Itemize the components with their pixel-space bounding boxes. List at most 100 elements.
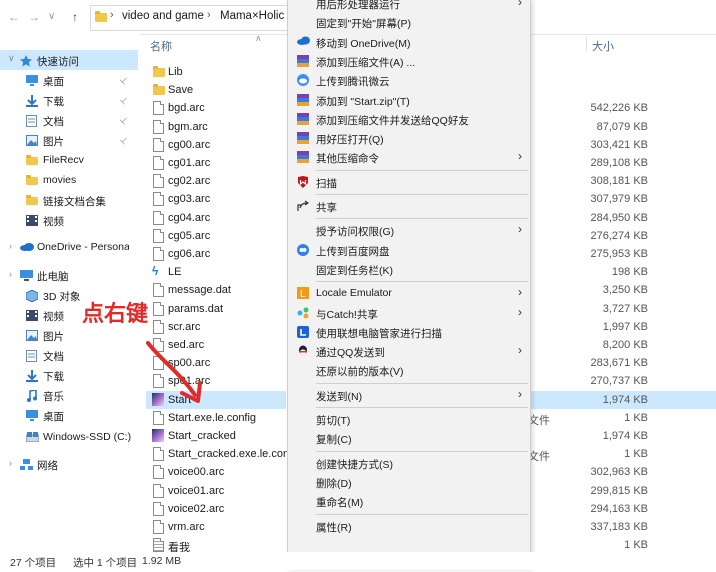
column-header-size[interactable]: 大小 <box>592 38 614 54</box>
file-row[interactable]: cg00.arc <box>146 136 286 154</box>
file-row-details[interactable]: 文件 1 KB <box>528 445 716 463</box>
menu-item[interactable]: 移动到 OneDrive(M) <box>288 33 530 52</box>
sidebar-item[interactable]: › OneDrive - Persona <box>0 237 138 257</box>
expand-chevron-icon[interactable]: ∨ <box>8 53 15 64</box>
file-row-details[interactable] <box>528 81 716 99</box>
file-row-details[interactable]: 299,815 KB <box>528 482 716 500</box>
file-row-details[interactable]: 294,163 KB <box>528 500 716 518</box>
menu-item[interactable]: 发送到(N) › <box>288 386 530 405</box>
expand-chevron-icon[interactable]: › <box>9 269 12 279</box>
sidebar-item[interactable]: 图片 ⊥ <box>0 130 138 150</box>
file-row[interactable]: scr.arc <box>146 318 286 336</box>
sidebar-item[interactable]: 音乐 <box>0 385 138 405</box>
file-row[interactable]: voice02.arc <box>146 500 286 518</box>
file-row[interactable]: cg03.arc <box>146 190 286 208</box>
menu-item[interactable]: 重命名(M) <box>288 492 530 511</box>
recent-locations-button[interactable]: ∨ <box>48 11 55 22</box>
file-row-details[interactable]: 276,274 KB <box>528 227 716 245</box>
menu-item[interactable]: 复制(C) <box>288 429 530 448</box>
file-row[interactable]: message.dat <box>146 281 286 299</box>
sidebar-item[interactable]: 桌面 ⊥ <box>0 70 138 90</box>
up-button[interactable]: ↑ <box>72 10 78 24</box>
file-row[interactable]: ϟ LE <box>146 263 286 281</box>
file-row-details[interactable]: t3,727 KB <box>528 300 716 318</box>
menu-item[interactable]: L Locale Emulator › <box>288 284 530 303</box>
menu-item[interactable]: 上传到腾讯微云 <box>288 71 530 90</box>
file-row[interactable]: cg06.arc <box>146 245 286 263</box>
file-row[interactable]: bgd.arc <box>146 99 286 117</box>
file-row-details[interactable]: 1,997 KB <box>528 318 716 336</box>
sidebar-item[interactable]: 文档 ⊥ <box>0 110 138 130</box>
file-row-details[interactable]: 307,979 KB <box>528 190 716 208</box>
file-row[interactable]: Start_cracked.exe.le.con <box>146 445 289 463</box>
file-row[interactable]: cg04.arc <box>146 209 286 227</box>
forward-button[interactable]: → <box>28 10 40 24</box>
menu-item[interactable]: 剪切(T) <box>288 410 530 429</box>
menu-item[interactable]: 添加到 "Start.zip"(T) <box>288 91 530 110</box>
file-row-details[interactable]: 1,974 KB <box>528 427 716 445</box>
sidebar-item[interactable]: › 此电脑 <box>0 265 138 285</box>
file-row[interactable]: voice00.arc <box>146 463 286 481</box>
file-row-details[interactable]: 文件 1 KB <box>528 409 716 427</box>
menu-item[interactable]: 用后形处理器运行 › <box>288 0 530 13</box>
file-row[interactable]: cg05.arc <box>146 227 286 245</box>
file-row[interactable]: params.dat <box>146 300 286 318</box>
menu-item[interactable]: 固定到"开始"屏幕(P) <box>288 13 530 32</box>
file-row[interactable]: cg01.arc <box>146 154 286 172</box>
menu-item[interactable]: 扫描 <box>288 173 530 192</box>
column-header-name[interactable]: 名称 <box>150 38 172 54</box>
sidebar-item[interactable]: 视频 <box>0 210 138 230</box>
menu-item[interactable]: 其他压缩命令 › <box>288 148 530 167</box>
menu-item[interactable]: 授予访问权限(G) › <box>288 221 530 240</box>
column-divider[interactable] <box>586 36 587 52</box>
file-row-details[interactable]: 8,200 KB <box>528 336 716 354</box>
expand-chevron-icon[interactable]: › <box>9 241 12 251</box>
menu-item[interactable]: 添加到压缩文件并发送给QQ好友 <box>288 110 530 129</box>
back-button[interactable]: ← <box>8 10 20 24</box>
menu-item[interactable]: 删除(D) <box>288 473 530 492</box>
menu-item[interactable]: 用好压打开(Q) <box>288 129 530 148</box>
file-row-details[interactable] <box>528 63 716 81</box>
expand-chevron-icon[interactable]: › <box>9 458 12 468</box>
file-row-details[interactable]: 289,108 KB <box>528 154 716 172</box>
file-row[interactable]: Lib <box>146 63 286 81</box>
menu-item[interactable]: 使用联想电脑管家进行扫描 <box>288 323 530 342</box>
menu-item[interactable]: 与Catch!共享 › <box>288 304 530 323</box>
file-row-details[interactable]: 198 KB <box>528 263 716 281</box>
sidebar-item[interactable]: FileRecv <box>0 150 138 170</box>
address-segment-1[interactable]: video and game <box>122 10 204 22</box>
menu-item[interactable]: 添加到压缩文件(A) ... <box>288 52 530 71</box>
file-row-details[interactable]: 302,963 KB <box>528 463 716 481</box>
file-row-details[interactable]: 337,183 KB <box>528 518 716 536</box>
menu-item[interactable]: 固定到任务栏(K) <box>288 260 530 279</box>
sidebar-item[interactable]: ∨ 快速访问 <box>0 50 138 70</box>
file-row-details[interactable]: 284,950 KB <box>528 209 716 227</box>
sidebar-item[interactable]: 下载 ⊥ <box>0 90 138 110</box>
file-row[interactable]: vrm.arc <box>146 518 286 536</box>
sidebar-item[interactable]: 桌面 <box>0 405 138 425</box>
menu-item[interactable]: 上传到百度网盘 <box>288 241 530 260</box>
file-row[interactable]: bgm.arc <box>146 118 286 136</box>
file-row[interactable]: voice01.arc <box>146 482 286 500</box>
file-row[interactable]: Save <box>146 81 286 99</box>
menu-item[interactable]: 创建快捷方式(S) <box>288 454 530 473</box>
file-row-details[interactable]: 303,421 KB <box>528 136 716 154</box>
file-row-details[interactable]: 308,181 KB <box>528 172 716 190</box>
file-row-details[interactable]: 270,737 KB <box>528 372 716 390</box>
sidebar-item[interactable]: 文档 <box>0 345 138 365</box>
menu-item[interactable]: 通过QQ发送到 › <box>288 342 530 361</box>
sidebar-item[interactable]: Windows-SSD (C:) <box>0 427 138 447</box>
sidebar-item[interactable]: 图片 <box>0 325 138 345</box>
sidebar-item[interactable]: 链接文档合集 <box>0 190 138 210</box>
address-segment-2[interactable]: Mama×Holic <box>220 10 284 22</box>
file-row-details[interactable]: 542,226 KB <box>528 99 716 117</box>
file-row-details[interactable]: 87,079 KB <box>528 118 716 136</box>
file-row[interactable]: cg02.arc <box>146 172 286 190</box>
sidebar-item[interactable]: › 网络 <box>0 454 138 474</box>
sidebar-item[interactable]: movies <box>0 170 138 190</box>
menu-item[interactable]: 属性(R) <box>288 517 530 536</box>
sidebar-item[interactable]: 下载 <box>0 365 138 385</box>
menu-item[interactable]: 共享 <box>288 197 530 216</box>
file-row-details[interactable]: 1,974 KB <box>528 390 716 409</box>
menu-item[interactable]: 还原以前的版本(V) <box>288 361 530 380</box>
